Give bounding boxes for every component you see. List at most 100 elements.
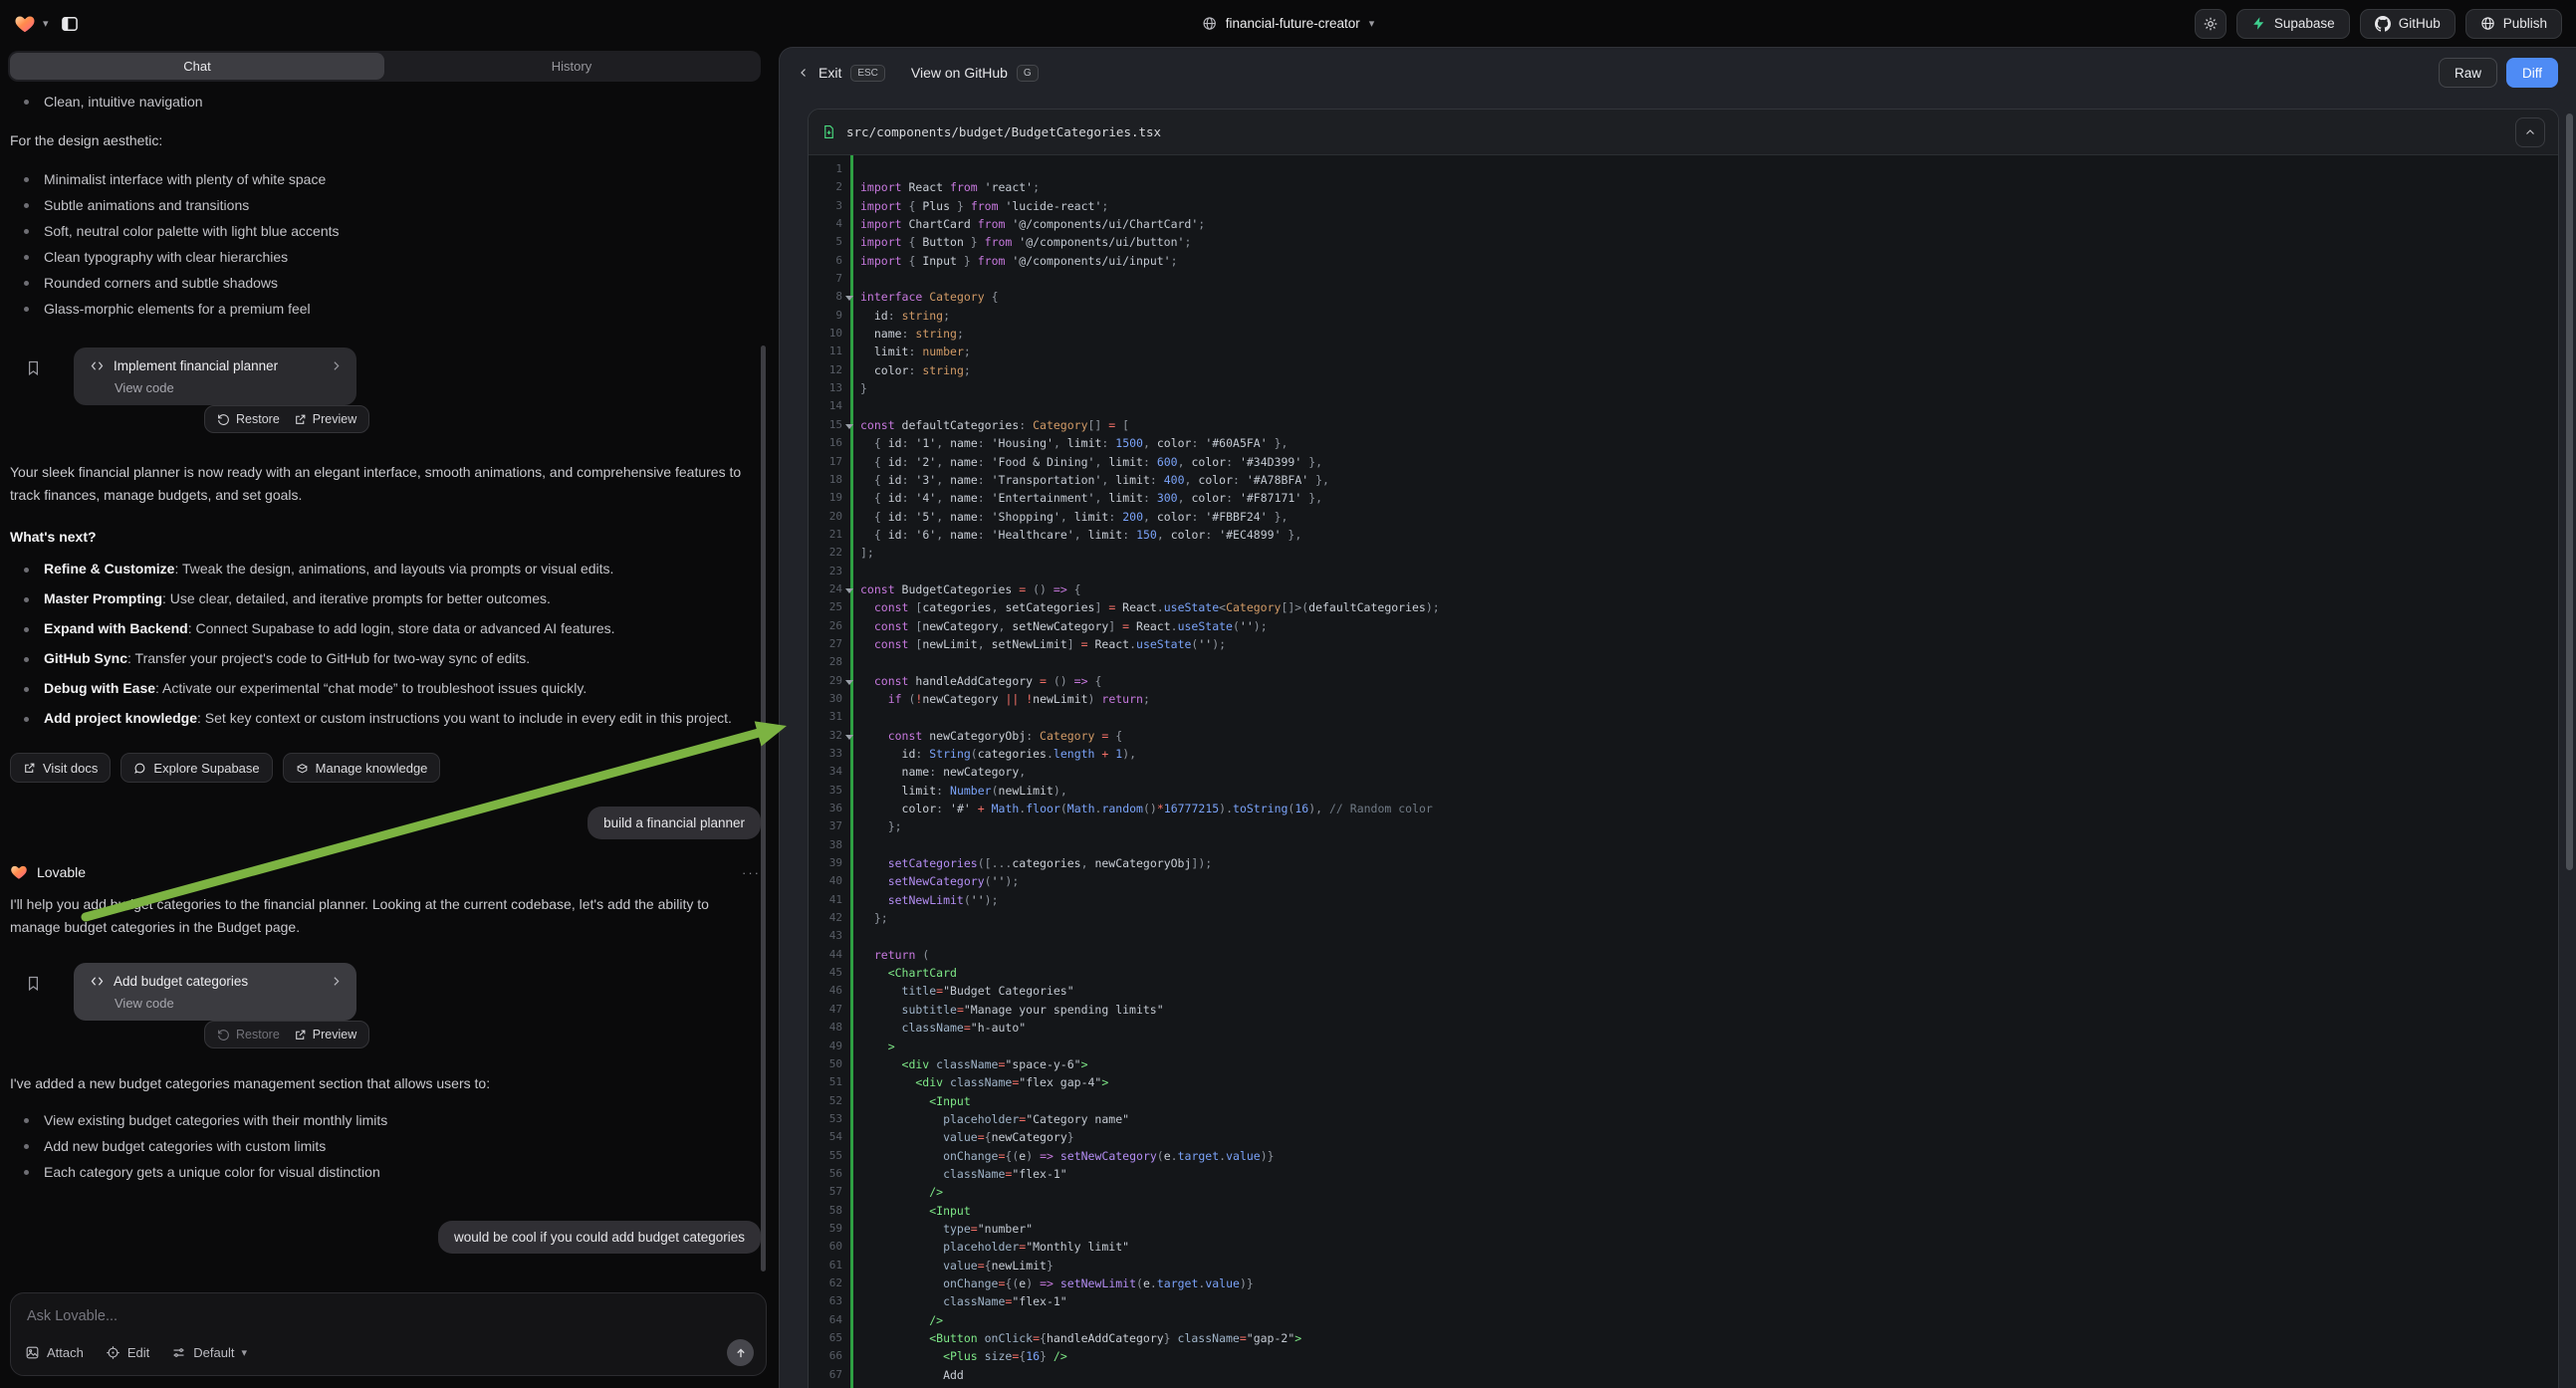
code-line: 6import { Input } from '@/components/ui/…: [860, 252, 2558, 270]
code-line: 67 Add: [860, 1366, 2558, 1384]
project-switcher[interactable]: financial-future-creator ▾: [1202, 0, 1375, 47]
version-card-add-budget-categories[interactable]: Add budget categories View code Restore: [74, 963, 356, 1021]
visit-docs-button[interactable]: Visit docs: [10, 753, 111, 783]
code-scrollbar[interactable]: [2566, 114, 2573, 870]
code-line: 31: [860, 708, 2558, 726]
code-line: 40 setNewCategory('');: [860, 872, 2558, 890]
file-plus-icon: [821, 124, 836, 139]
box-icon: [296, 762, 309, 775]
manage-knowledge-button[interactable]: Manage knowledge: [283, 753, 441, 783]
target-icon: [106, 1345, 120, 1360]
restore-button[interactable]: Restore: [217, 1028, 280, 1041]
github-icon: [2375, 16, 2391, 32]
list-item: Debug with Ease: Activate our experiment…: [10, 676, 761, 701]
chat-history-tabs: Chat History: [8, 51, 761, 82]
mode-selector[interactable]: Default ▾: [171, 1345, 247, 1360]
code-panel-header: Exit ESC View on GitHub G Raw Diff: [780, 48, 2576, 98]
code-line: 50 <div className="space-y-6">: [860, 1055, 2558, 1073]
chevron-up-icon: [2524, 126, 2536, 138]
fold-chevron-icon[interactable]: [845, 680, 853, 685]
code-line: 27 const [newLimit, setNewLimit] = React…: [860, 635, 2558, 653]
code-line: 15const defaultCategories: Category[] = …: [860, 416, 2558, 434]
code-line: 47 subtitle="Manage your spending limits…: [860, 1001, 2558, 1019]
code-line: 23: [860, 563, 2558, 580]
code-line: 56 className="flex-1": [860, 1165, 2558, 1183]
attach-button[interactable]: Attach: [25, 1345, 84, 1360]
settings-button[interactable]: [2195, 9, 2226, 39]
code-line: 48 className="h-auto": [860, 1019, 2558, 1037]
list-item: Glass-morphic elements for a premium fee…: [10, 296, 761, 322]
chat-scrollbar[interactable]: [761, 346, 766, 1272]
code-lines: 12import React from 'react';3import { Pl…: [809, 155, 2558, 1388]
restore-button[interactable]: Restore: [217, 412, 280, 426]
bookmark-icon[interactable]: [25, 359, 42, 376]
version-card-row: Add budget categories View code Restore: [10, 963, 761, 1050]
version-title: Add budget categories: [114, 974, 321, 989]
chevron-down-icon[interactable]: ▾: [43, 17, 49, 30]
code-line: 18 { id: '3', name: 'Transportation', li…: [860, 471, 2558, 489]
fold-chevron-icon[interactable]: [845, 588, 853, 593]
code-line: 34 name: newCategory,: [860, 763, 2558, 781]
code-line: 64 />: [860, 1311, 2558, 1329]
list-item: Clean, intuitive navigation: [10, 92, 761, 112]
preview-button[interactable]: Preview: [294, 1028, 356, 1041]
sidebar-toggle-button[interactable]: [56, 11, 84, 37]
code-line: 60 placeholder="Monthly limit": [860, 1238, 2558, 1256]
view-code-link[interactable]: View code: [115, 996, 343, 1011]
supabase-button[interactable]: Supabase: [2236, 9, 2350, 39]
file-header[interactable]: src/components/budget/BudgetCategories.t…: [809, 110, 2558, 155]
message-menu-button[interactable]: ···: [742, 865, 761, 880]
lovable-heart-icon: [10, 863, 28, 881]
fold-chevron-icon[interactable]: [845, 735, 853, 740]
user-message: would be cool if you could add budget ca…: [438, 1221, 761, 1254]
fold-chevron-icon[interactable]: [845, 424, 853, 429]
version-card-implement-financial-planner[interactable]: Implement financial planner View code Re…: [74, 347, 356, 405]
diff-file-card: src/components/budget/BudgetCategories.t…: [808, 109, 2559, 1388]
fold-chevron-icon[interactable]: [845, 296, 853, 301]
list-item: Subtle animations and transitions: [10, 192, 761, 218]
tab-chat[interactable]: Chat: [10, 53, 384, 80]
chat-input[interactable]: [27, 1308, 750, 1324]
code-line: 8interface Category {: [860, 288, 2558, 306]
chevron-down-icon: ▾: [1369, 17, 1375, 30]
code-line: 58 <Input: [860, 1202, 2558, 1220]
code-line: 35 limit: Number(newLimit),: [860, 782, 2558, 800]
view-code-link[interactable]: View code: [115, 380, 343, 395]
preview-button[interactable]: Preview: [294, 412, 356, 426]
external-link-icon: [294, 1029, 307, 1041]
github-button[interactable]: GitHub: [2360, 9, 2456, 39]
code-line: 13}: [860, 379, 2558, 397]
explore-supabase-button[interactable]: Explore Supabase: [120, 753, 272, 783]
code-line: 33 id: String(categories.length + 1),: [860, 745, 2558, 763]
exit-button[interactable]: Exit ESC: [798, 65, 885, 82]
edit-button[interactable]: Edit: [106, 1345, 149, 1360]
tab-history[interactable]: History: [384, 53, 759, 80]
top-bar: ▾ financial-future-creator ▾ Supabase: [0, 0, 2576, 47]
code-line: 19 { id: '4', name: 'Entertainment', lim…: [860, 489, 2558, 507]
view-on-github-button[interactable]: View on GitHub G: [911, 65, 1039, 82]
code-line: 4import ChartCard from '@/components/ui/…: [860, 215, 2558, 233]
diff-toggle-button[interactable]: Diff: [2506, 58, 2558, 88]
send-button[interactable]: [727, 1339, 754, 1366]
code-line: 9 id: string;: [860, 307, 2558, 325]
publish-button[interactable]: Publish: [2465, 9, 2562, 39]
code-line: 45 <ChartCard: [860, 964, 2558, 982]
raw-toggle-button[interactable]: Raw: [2439, 58, 2497, 88]
lovable-logo-heart-icon[interactable]: [14, 13, 36, 35]
assistant-paragraph: I'll help you add budget categories to t…: [10, 893, 761, 939]
code-line: 12 color: string;: [860, 361, 2558, 379]
collapse-button[interactable]: [2515, 117, 2545, 147]
chat-composer: Attach Edit Default ▾: [10, 1292, 767, 1376]
globe-icon: [1202, 16, 1217, 31]
code-line: 57 />: [860, 1183, 2558, 1201]
code-line: 61 value={newLimit}: [860, 1257, 2558, 1274]
esc-key-badge: ESC: [850, 65, 885, 82]
code-line: 17 { id: '2', name: 'Food & Dining', lim…: [860, 453, 2558, 471]
whats-next-heading: What's next?: [10, 529, 761, 545]
code-line: 54 value={newCategory}: [860, 1128, 2558, 1146]
code-line: 59 type="number": [860, 1220, 2558, 1238]
code-line: 22];: [860, 544, 2558, 562]
code-line: 44 return (: [860, 946, 2558, 964]
assistant-name: Lovable: [37, 864, 86, 880]
bookmark-icon[interactable]: [25, 975, 42, 992]
